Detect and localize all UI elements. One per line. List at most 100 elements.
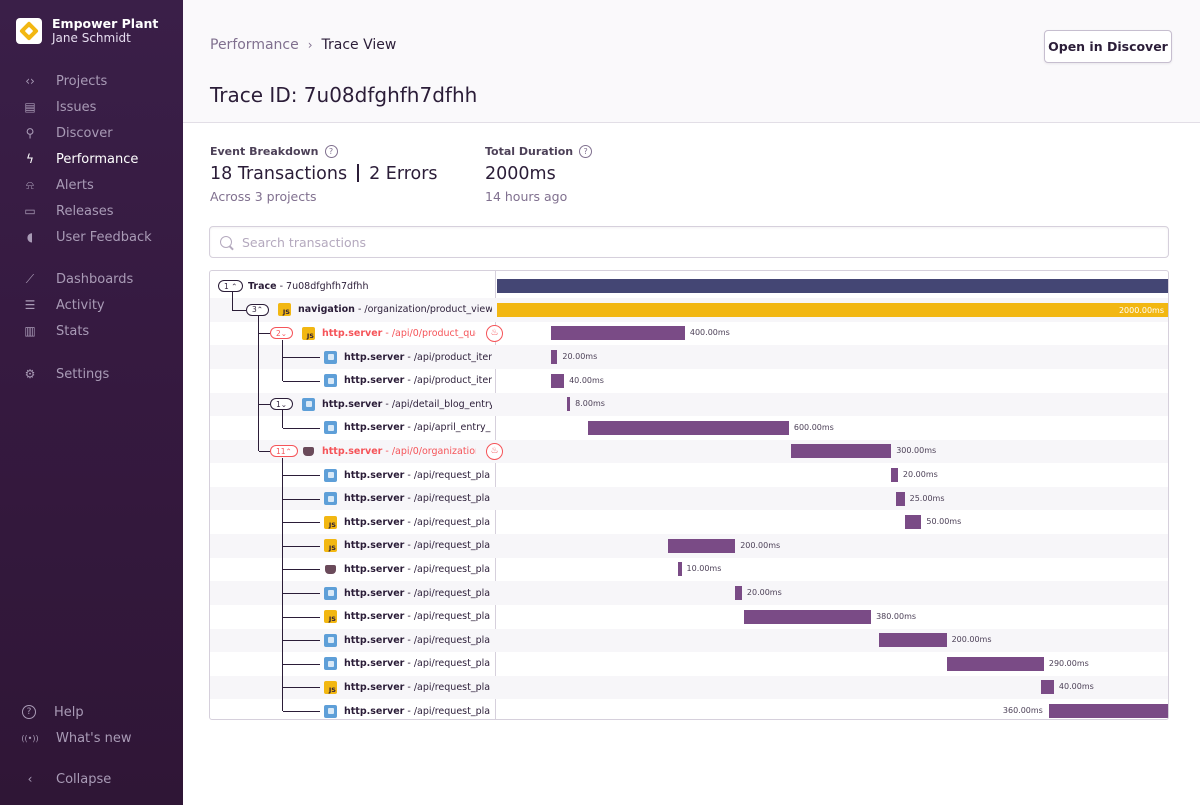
sidebar-item-releases[interactable]: ▭ Releases — [0, 198, 183, 224]
tree-connector — [283, 427, 320, 429]
org-switcher[interactable]: Empower Plant Jane Schmidt — [16, 16, 158, 46]
transaction-row[interactable]: http.server - /api/request_pla 290.00ms — [210, 652, 1168, 676]
tree-connector — [258, 315, 259, 452]
row-label: http.server - /api/detail_blog_entry — [322, 393, 492, 417]
span-duration-bar[interactable] — [879, 633, 947, 648]
transaction-row[interactable]: 2 ⌄ JS http.server - /api/0/product_query ♨… — [210, 322, 1168, 346]
badge-count: 11 — [276, 446, 286, 456]
open-in-discover-button[interactable]: Open in Discover — [1044, 30, 1172, 63]
sidebar-item-what-s-new[interactable]: ((•)) What's new — [0, 725, 183, 751]
platform-ruby-icon — [302, 445, 315, 458]
transaction-row[interactable]: JS http.server - /api/request_pla 200.00ms — [210, 534, 1168, 558]
collapse-toggle[interactable]: 1 ⌃ — [218, 280, 244, 292]
span-duration-bar[interactable] — [896, 491, 905, 506]
sidebar-item-discover[interactable]: ⚲ Discover — [0, 120, 183, 146]
span-duration-bar[interactable] — [743, 609, 872, 624]
span-duration-bar[interactable] — [1040, 680, 1054, 695]
row-separator: - — [382, 398, 392, 410]
transaction-row[interactable]: http.server - /api/request_pla 360.00ms — [210, 699, 1168, 719]
row-separator: - — [404, 634, 414, 646]
collapse-toggle[interactable]: 2 ⌄ — [270, 327, 294, 340]
question-icon[interactable]: ? — [324, 145, 338, 158]
transaction-row[interactable]: http.server - /api/product_item 40.00ms — [210, 369, 1168, 393]
span-duration-bar[interactable] — [550, 326, 685, 341]
sidebar-collapse-button[interactable]: ‹ Collapse — [0, 766, 183, 792]
sidebar-item-alerts[interactable]: ⍾ Alerts — [0, 172, 183, 198]
transaction-row[interactable]: 3 ⌃ JS navigation - /organization/product_… — [210, 298, 1168, 322]
collapse-toggle[interactable]: 3 ⌃ — [246, 303, 270, 316]
tree-connector — [282, 339, 283, 381]
span-duration-bar[interactable] — [1048, 704, 1168, 719]
span-duration-bar[interactable] — [904, 515, 922, 530]
breadcrumb-performance[interactable]: Performance — [210, 37, 299, 53]
transaction-row[interactable]: JS http.server - /api/request_pla 50.00ms — [210, 511, 1168, 535]
sidebar-item-user-feedback[interactable]: ◖ User Feedback — [0, 224, 183, 250]
trace-duration-bar[interactable] — [497, 278, 1168, 293]
span-duration-bar[interactable] — [550, 373, 565, 388]
duration-label: 40.00ms — [1058, 682, 1094, 692]
span-duration-bar[interactable] — [567, 397, 571, 412]
row-operation: http.server — [344, 516, 405, 528]
tree-connector — [283, 522, 320, 524]
sidebar-item-label: Issues — [56, 99, 97, 115]
transaction-row[interactable]: http.server - /api/request_pla 10.00ms — [210, 558, 1168, 582]
span-duration-bar[interactable] — [550, 350, 558, 365]
sidebar-item-activity[interactable]: ☰ Activity — [0, 292, 183, 318]
row-operation: http.server — [344, 422, 405, 434]
platform-javascript-icon: JS — [324, 680, 337, 694]
row-label: http.server - /api/request_pla — [344, 463, 492, 487]
span-duration-bar[interactable] — [668, 538, 736, 553]
error-flame-icon[interactable]: ♨ — [486, 324, 503, 342]
sidebar-item-dashboards[interactable]: ⟋ Dashboards — [0, 266, 183, 292]
sidebar-item-projects[interactable]: ‹› Projects — [0, 68, 183, 94]
transaction-row[interactable]: JS http.server - /api/request_pla 40.00ms — [210, 675, 1168, 700]
duration-label: 600.00ms — [793, 422, 834, 432]
span-duration-bar[interactable] — [587, 420, 789, 435]
span-duration-bar[interactable] — [891, 468, 898, 483]
transaction-row[interactable]: http.server - /api/request_pla 25.00ms — [210, 486, 1168, 511]
collapse-toggle[interactable]: 1 ⌄ — [270, 398, 294, 411]
duration-label: 290.00ms — [1048, 658, 1089, 668]
transaction-row[interactable]: 1 ⌄ http.server - /api/detail_blog_entry 8… — [210, 392, 1168, 417]
sidebar-item-help[interactable]: ? Help — [0, 699, 183, 725]
sidebar-item-issues[interactable]: ▤ Issues — [0, 94, 183, 120]
search-input[interactable] — [242, 234, 1142, 250]
trace-root-row[interactable]: 1 ⌃ Trace - 7u08dfghfh7dfhh — [210, 275, 1168, 299]
row-description: /api/request_pla — [413, 540, 491, 552]
tree-connector — [232, 309, 246, 311]
span-duration-bar[interactable] — [735, 586, 742, 601]
row-operation: http.server — [344, 493, 405, 505]
row-label: http.server - /api/request_pla — [344, 699, 492, 719]
span-duration-bar[interactable] — [790, 444, 892, 459]
error-flame-icon[interactable]: ♨ — [486, 442, 503, 460]
row-separator: - — [354, 304, 365, 316]
total-duration-value: 2000ms — [485, 164, 556, 184]
tree-connector — [283, 545, 320, 547]
tree-connector — [259, 333, 270, 335]
transaction-row[interactable]: http.server - /api/april_entry_ 600.00ms — [210, 416, 1168, 440]
question-icon[interactable]: ? — [579, 145, 593, 158]
collapse-toggle[interactable]: 11 ⌃ — [270, 445, 298, 458]
span-duration-bar[interactable] — [678, 562, 682, 577]
tree-connector — [283, 498, 320, 500]
divider — [357, 164, 360, 182]
row-label: http.server - /api/0/organization_ — [322, 440, 476, 464]
sidebar-item-performance[interactable]: ϟ Performance — [0, 146, 183, 172]
row-description: - 7u08dfghfh7dfhh — [279, 280, 369, 292]
navigation-duration-bar[interactable]: 2000.00ms — [497, 302, 1168, 317]
platform-python-icon — [324, 586, 337, 600]
span-duration-bar[interactable] — [946, 656, 1044, 671]
row-separator: - — [404, 493, 414, 505]
transaction-row[interactable]: 11 ⌃ http.server - /api/0/organization_ ♨ 3… — [210, 439, 1168, 464]
row-label: http.server - /api/product_item — [344, 369, 492, 393]
sidebar-item-stats[interactable]: ▥ Stats — [0, 318, 183, 344]
platform-javascript-icon: JS — [278, 303, 291, 317]
transaction-row[interactable]: JS http.server - /api/request_pla 380.00ms — [210, 605, 1168, 629]
row-separator: - — [404, 540, 414, 552]
transaction-row[interactable]: http.server - /api/request_pla 200.00ms — [210, 628, 1168, 653]
row-operation: http.server — [344, 681, 405, 693]
transaction-row[interactable]: http.server - /api/request_pla 20.00ms — [210, 581, 1168, 605]
transaction-row[interactable]: http.server - /api/product_item 20.00ms — [210, 345, 1168, 369]
sidebar-item-settings[interactable]: ⚙ Settings — [0, 361, 183, 387]
transaction-row[interactable]: http.server - /api/request_pla 20.00ms — [210, 463, 1168, 487]
